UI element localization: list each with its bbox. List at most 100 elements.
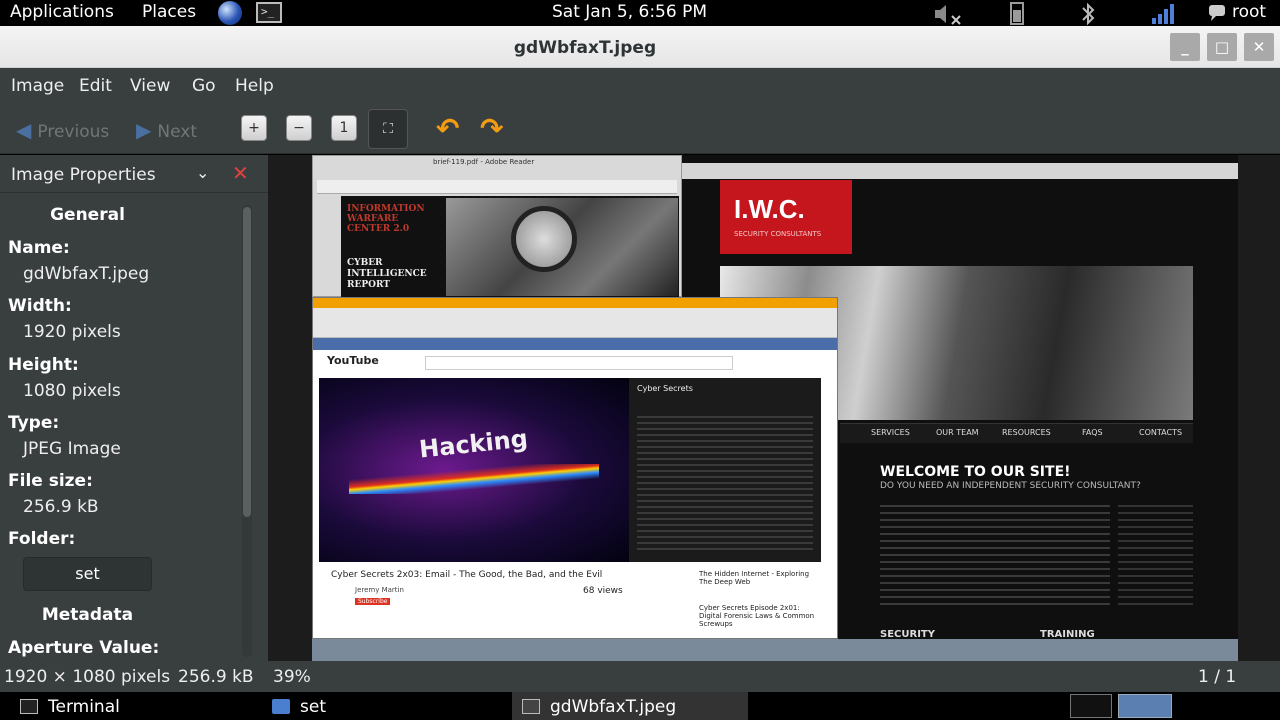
reader-title: brief-119.pdf - Adobe Reader — [433, 158, 535, 166]
applications-menu[interactable]: Applications — [10, 2, 114, 22]
sidebar-title[interactable]: Image Properties — [11, 165, 156, 185]
bottom-panel: Terminal set gdWbfaxT.jpeg — [0, 692, 1280, 720]
aperture-label: Aperture Value: — [8, 638, 160, 658]
clock[interactable]: Sat Jan 5, 6:56 PM — [552, 2, 707, 22]
best-fit-button[interactable]: ⛶ — [368, 109, 408, 149]
menu-go[interactable]: Go — [192, 76, 216, 96]
image-properties-sidebar: Image Properties ⌄ ✕ General Name: gdWbf… — [0, 155, 268, 661]
height-label: Height: — [8, 355, 79, 375]
zoom-out-icon: − — [293, 120, 305, 136]
browser-launcher-icon[interactable] — [218, 1, 242, 25]
window-title: gdWbfaxT.jpeg — [513, 38, 657, 58]
iwc-news-column — [1118, 500, 1193, 610]
iwc-body-text — [880, 500, 1110, 610]
status-dimensions: 1920 × 1080 pixels — [4, 667, 171, 687]
menu-help[interactable]: Help — [235, 76, 274, 96]
taskbar-set-folder[interactable]: set — [272, 692, 326, 720]
yt-subscribe-button: Subscribe — [355, 598, 391, 605]
image-view[interactable]: brief-119.pdf - Adobe Reader INFORMATION… — [268, 155, 1280, 661]
displayed-image: brief-119.pdf - Adobe Reader INFORMATION… — [312, 155, 1238, 661]
yt-light-streaks — [349, 464, 599, 494]
youtube-browser-window: YouTube Hacking Cyber Secrets Cyber Secr… — [312, 297, 838, 639]
rotate-right-button[interactable]: ↷ — [480, 112, 503, 145]
yt-playlist-title: Cyber Secrets — [637, 384, 693, 393]
terminal-launcher-icon[interactable]: >_ — [256, 2, 282, 23]
yt-related-1: The Hidden Internet - Exploring The Deep… — [699, 570, 810, 586]
workspace-switcher-1[interactable] — [1070, 694, 1112, 718]
rotate-left-icon: ↶ — [436, 112, 460, 145]
iwc-logo-block: I.W.C. SECURITY CONSULTANTS — [720, 180, 852, 254]
taskbar-set-label: set — [300, 697, 326, 717]
reader-toolbar — [317, 180, 677, 194]
zoom-in-icon: + — [248, 120, 260, 136]
taskbar-terminal-label: Terminal — [48, 697, 120, 717]
iwc-nav-contacts: CONTACTS — [1139, 428, 1183, 437]
yt-view-count: 68 views — [583, 586, 623, 596]
report-cover-title: INFORMATION WARFARE CENTER 2.0 — [347, 204, 425, 234]
report-cover-subtitle: CYBER INTELLIGENCE REPORT — [347, 258, 427, 290]
next-button[interactable]: ▶ Next — [136, 118, 197, 142]
maximize-button[interactable]: □ — [1207, 33, 1237, 61]
height-value: 1080 pixels — [23, 381, 121, 401]
name-label: Name: — [8, 238, 70, 258]
rotate-left-button[interactable]: ↶ — [436, 112, 459, 145]
close-button[interactable]: ✕ — [1244, 33, 1274, 61]
previous-button[interactable]: ◀ Previous — [16, 118, 109, 142]
filesize-label: File size: — [8, 471, 93, 491]
menubar: Image Edit View Go Help — [0, 68, 1280, 104]
yt-related-2: Cyber Secrets Episode 2x01: Digital Fore… — [699, 604, 815, 628]
iwc-nav-faqs: FAQS — [1082, 428, 1103, 437]
yt-video-title: Cyber Secrets 2x03: Email - The Good, th… — [331, 570, 603, 580]
folder-label: Folder: — [8, 529, 76, 549]
folder-icon — [272, 699, 290, 714]
iwc-nav-our-team: OUR TEAM — [936, 428, 979, 437]
photo-taskbar — [312, 639, 1238, 661]
menu-image[interactable]: Image — [11, 76, 64, 96]
sidebar-scrollbar-thumb[interactable] — [243, 207, 251, 517]
browser-tabs-bar — [682, 163, 1238, 179]
zoom-normal-icon: 1 — [339, 120, 349, 136]
menu-edit[interactable]: Edit — [79, 76, 112, 96]
chevron-down-icon[interactable]: ⌄ — [196, 163, 209, 182]
yt-search-box — [425, 356, 733, 370]
menu-view[interactable]: View — [130, 76, 170, 96]
workspace-switcher-2[interactable] — [1118, 694, 1172, 718]
user-menu[interactable]: root — [1232, 2, 1266, 22]
zoom-in-button[interactable]: + — [241, 115, 267, 141]
places-menu[interactable]: Places — [142, 2, 196, 22]
close-icon[interactable]: ✕ — [232, 161, 249, 185]
zoom-normal-button[interactable]: 1 — [331, 115, 357, 141]
name-value: gdWbfaxT.jpeg — [23, 264, 150, 284]
minimize-button[interactable]: _ — [1170, 33, 1200, 61]
folder-button[interactable]: set — [23, 557, 152, 591]
yt-cookie-bar — [313, 338, 837, 350]
width-value: 1920 pixels — [23, 322, 121, 342]
arrow-right-icon: ▶ — [136, 118, 152, 142]
reader-window: brief-119.pdf - Adobe Reader INFORMATION… — [312, 155, 682, 298]
yt-video-player: Hacking — [319, 378, 629, 562]
next-label: Next — [157, 122, 197, 142]
taskbar-terminal[interactable]: Terminal — [20, 692, 120, 720]
width-label: Width: — [8, 296, 72, 316]
yt-channel-name: Jeremy Martin — [355, 586, 404, 594]
yt-video-caption: Hacking — [417, 424, 530, 464]
sidebar-header: Image Properties ⌄ ✕ — [0, 155, 268, 193]
filesize-value: 256.9 kB — [23, 497, 99, 517]
best-fit-icon: ⛶ — [383, 121, 393, 137]
rotate-right-icon: ↷ — [480, 112, 504, 145]
type-label: Type: — [8, 413, 60, 433]
chat-status-icon[interactable] — [1208, 2, 1226, 29]
iwc-logo-sub: SECURITY CONSULTANTS — [734, 230, 822, 238]
yt-logo: YouTube — [327, 354, 379, 367]
top-panel: Applications Places >_ Sat Jan 5, 6:56 P… — [0, 0, 1280, 26]
taskbar-image-viewer[interactable]: gdWbfaxT.jpeg — [512, 692, 748, 720]
iwc-nav-resources: RESOURCES — [1002, 428, 1051, 437]
window-titlebar[interactable]: gdWbfaxT.jpeg _ □ ✕ — [0, 26, 1280, 68]
toolbar: ◀ Previous ▶ Next + − 1 ⛶ ↶ ↷ — [0, 104, 1280, 154]
image-viewer-icon — [522, 699, 540, 714]
iwc-welcome-sub: DO YOU NEED AN INDEPENDENT SECURITY CONS… — [880, 481, 1141, 491]
zoom-out-button[interactable]: − — [286, 115, 312, 141]
magnifier-lens — [511, 206, 577, 272]
iwc-nav-services: SERVICES — [871, 428, 910, 437]
status-zoom: 39% — [273, 667, 311, 687]
